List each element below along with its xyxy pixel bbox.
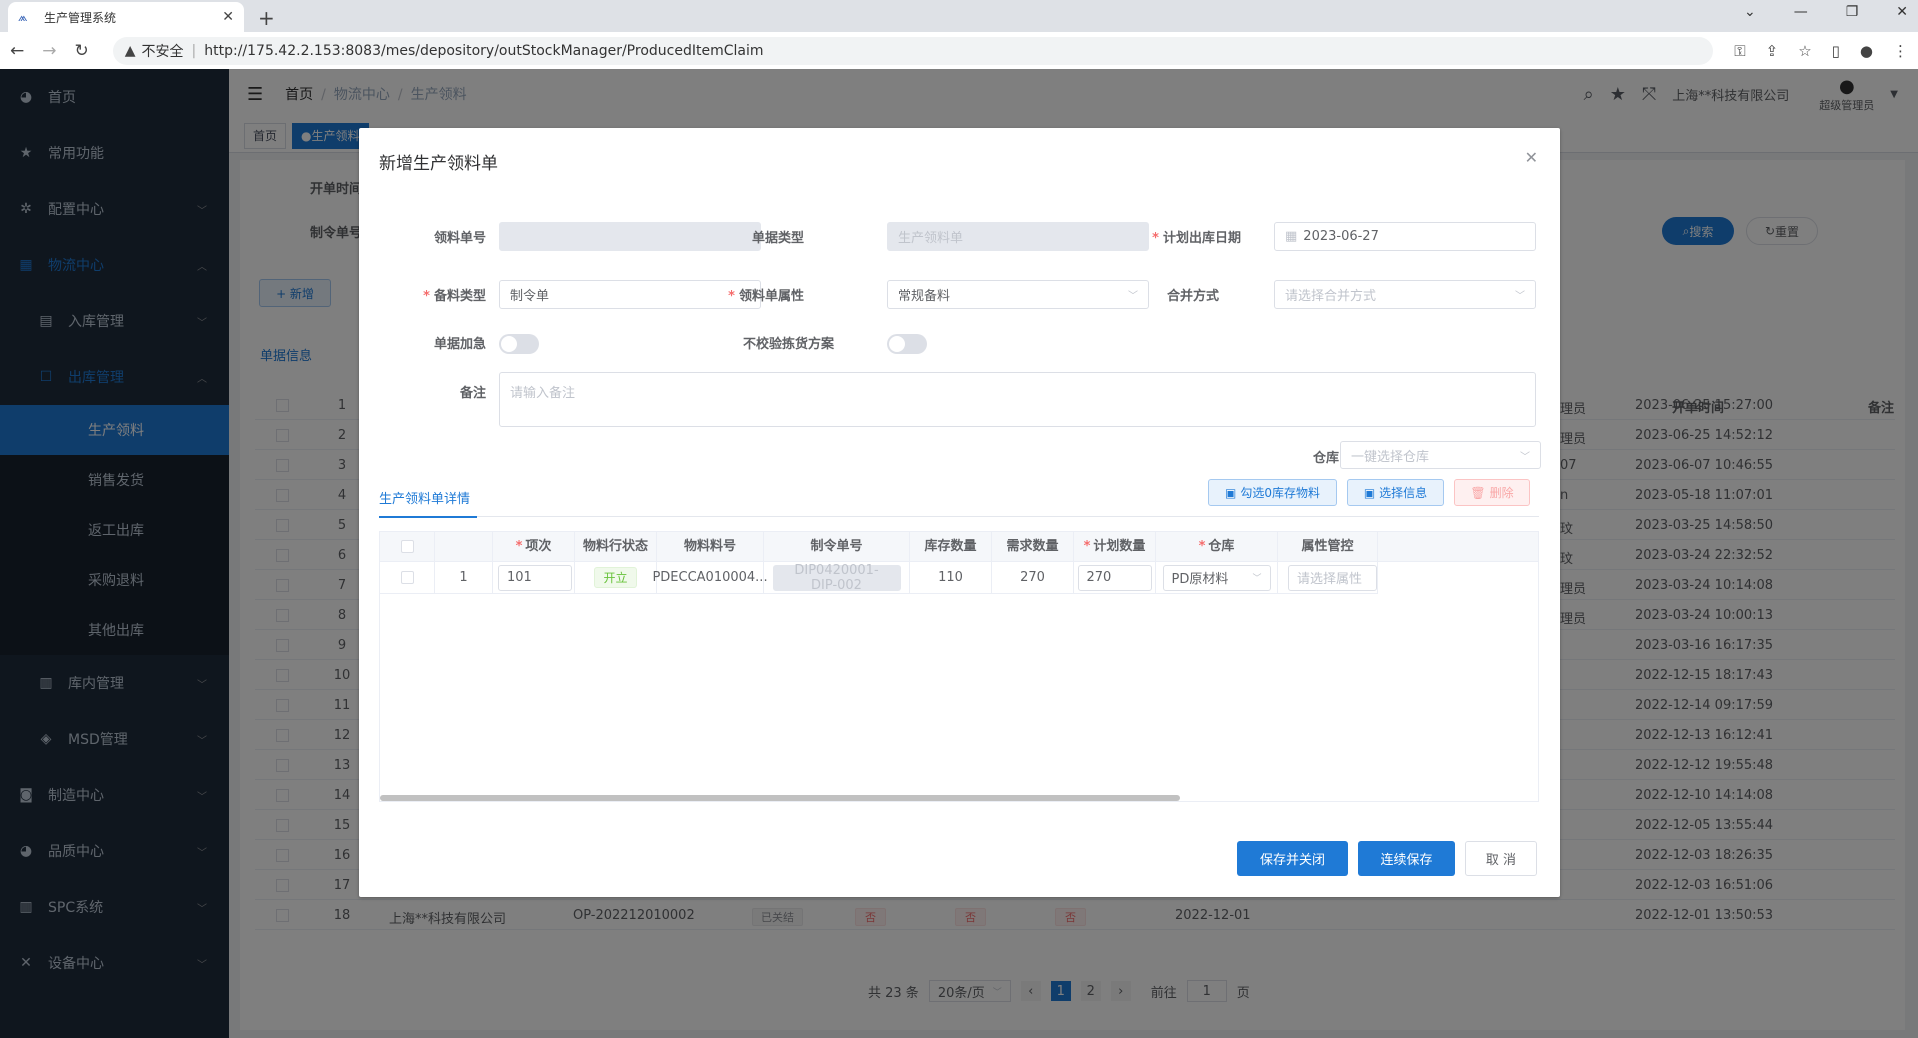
chevron-down-icon: ﹀ (1520, 451, 1530, 463)
attr-select[interactable]: 请选择属性 (1288, 564, 1377, 591)
noverify-label: 不校验拣货方案 (742, 337, 834, 352)
browser-chrome: ⩕ 生产管理系统 ✕ + ⌄ — ❐ ✕ ← → ↻ ▲ 不安全 | http:… (0, 0, 1918, 69)
warehouse-select[interactable]: PD原材料 ﹀ (1162, 564, 1271, 591)
line-status-cell: 开立 (575, 562, 657, 594)
cancel-button[interactable]: 取 消 (1465, 841, 1537, 876)
reload-icon[interactable]: ↻ (75, 41, 89, 61)
select-info-button[interactable]: ▣ 选择信息 (1347, 479, 1444, 506)
save-close-button[interactable]: 保存并关闭 (1237, 841, 1348, 876)
detail-table-header: * 项次 物料行状态 物料料号 制令单号 库存数量 需求数量 * 计划数量 * 仓库 … (380, 532, 1538, 562)
noverify-switch[interactable] (887, 334, 927, 354)
claim-no-label: 领料单号 (433, 231, 486, 246)
chevron-down-icon: ﹀ (1515, 291, 1525, 302)
remark-textarea[interactable]: 请输入备注 (499, 372, 1536, 427)
demand-qty-cell: 270 (992, 562, 1074, 594)
chevron-down-icon: ﹀ (1252, 574, 1262, 584)
item-cell: 101 (493, 562, 575, 594)
order-no-cell: DIP0420001-DIP-002 (764, 562, 910, 594)
prep-type-label: * 备料类型 (423, 289, 486, 304)
select-zero-stock-button[interactable]: ▣ 勾选0库存物料 (1208, 479, 1337, 506)
urgent-label: 单据加急 (433, 337, 486, 352)
merge-label: 合并方式 (1166, 289, 1219, 304)
warehouse-label: 仓库 (1312, 451, 1339, 466)
restore-icon[interactable]: ❐ (1846, 4, 1859, 20)
url-bar[interactable]: ▲ 不安全 | http://175.42.2.153:8083/mes/dep… (112, 36, 1713, 65)
window-controls: ⌄ — ❐ ✕ (1744, 4, 1908, 20)
insecure-label: 不安全 (141, 43, 184, 60)
add-claim-dialog: 新增生产领料单 ✕ 领料单号 单据类型 生产领料单 * 计划出库日期 ▦ 2023-… (359, 128, 1560, 897)
sidepanel-icon[interactable]: ▯ (1832, 42, 1840, 60)
col-plan-qty: * 计划数量 (1074, 532, 1156, 562)
plan-qty-cell: 270 (1074, 562, 1156, 594)
key-icon[interactable]: ⚿ (1734, 42, 1745, 60)
address-bar-row: ← → ↻ ▲ 不安全 | http://175.42.2.153:8083/m… (0, 32, 1918, 69)
col-line-status: 物料行状态 (575, 532, 657, 562)
part-no-cell: PDECCA010004... (652, 562, 768, 594)
claim-attr-select[interactable]: 常规备料 ﹀ (887, 280, 1149, 309)
close-tab-icon[interactable]: ✕ (222, 9, 234, 25)
bookmark-star-icon[interactable]: ☆ (1798, 42, 1811, 60)
doc-type-input: 生产领料单 (887, 222, 1149, 251)
share-icon[interactable]: ⇪ (1766, 42, 1779, 60)
warehouse-cell: PD原材料 ﹀ (1156, 562, 1278, 594)
warehouse-quick-select[interactable]: 一键选择仓库 ﹀ (1340, 441, 1541, 469)
col-stock-qty: 库存数量 (910, 532, 992, 562)
close-window-icon[interactable]: ✕ (1896, 4, 1908, 20)
plan-date-label: * 计划出库日期 (1152, 231, 1241, 246)
row-checkbox[interactable] (380, 562, 435, 594)
plan-qty-input[interactable]: 270 (1077, 564, 1152, 591)
col-attr-control: 属性管控 (1278, 532, 1378, 562)
col-demand-qty: 需求数量 (992, 532, 1074, 562)
tab-list-icon[interactable]: ⌄ (1744, 4, 1756, 20)
calendar-icon: ▦ (1285, 229, 1298, 244)
close-icon[interactable]: ✕ (1525, 148, 1538, 167)
tab-title: 生产管理系统 (44, 10, 117, 25)
new-tab-button[interactable]: + (258, 6, 275, 30)
urgent-switch[interactable] (499, 334, 539, 354)
warning-icon: ▲ (124, 42, 136, 59)
app-logo-icon: ⩕ (18, 10, 28, 24)
remark-label: 备注 (459, 386, 486, 401)
save-continue-button[interactable]: 连续保存 (1358, 841, 1455, 876)
col-item: * 项次 (493, 532, 575, 562)
col-warehouse: * 仓库 (1156, 532, 1278, 562)
profile-icon[interactable]: ● (1860, 42, 1873, 60)
row-index: 1 (435, 562, 493, 594)
minimize-icon[interactable]: — (1794, 4, 1808, 20)
col-order-no: 制令单号 (764, 532, 910, 562)
horizontal-scrollbar[interactable] (380, 795, 1180, 801)
plan-date-picker[interactable]: ▦ 2023-06-27 (1274, 222, 1536, 251)
col-part-no: 物料料号 (657, 532, 764, 562)
stock-qty-cell: 110 (910, 562, 992, 594)
back-icon[interactable]: ← (10, 41, 24, 61)
forward-icon[interactable]: → (42, 41, 56, 61)
url-text: http://175.42.2.153:8083/mes/depository/… (204, 42, 764, 59)
detail-table: * 项次 物料行状态 物料料号 制令单号 库存数量 需求数量 * 计划数量 * 仓库 … (379, 531, 1539, 802)
browser-tab[interactable]: ⩕ 生产管理系统 ✕ (8, 2, 244, 32)
attr-control-cell: 请选择属性 (1278, 562, 1378, 594)
detail-tabs-bar (379, 516, 1539, 517)
item-input[interactable]: 101 (498, 564, 572, 591)
doc-type-label: 单据类型 (751, 231, 804, 246)
check-icon: ▣ (1225, 485, 1237, 500)
dialog-title: 新增生产领料单 (379, 154, 498, 174)
header-checkbox[interactable] (380, 532, 435, 562)
claim-attr-label: * 领料单属性 (728, 289, 804, 304)
tab-claim-detail[interactable]: 生产领料单详情 (379, 488, 470, 507)
trash-icon: 🗑 (1470, 485, 1486, 500)
order-no-input: DIP0420001-DIP-002 (772, 563, 901, 593)
status-badge: 开立 (594, 567, 637, 588)
merge-select[interactable]: 请选择合并方式 ﹀ (1274, 280, 1536, 309)
menu-icon[interactable]: ⋮ (1893, 42, 1908, 60)
active-tab-indicator (379, 516, 477, 518)
check-icon: ▣ (1363, 485, 1376, 500)
delete-button[interactable]: 🗑 删除 (1454, 479, 1530, 506)
